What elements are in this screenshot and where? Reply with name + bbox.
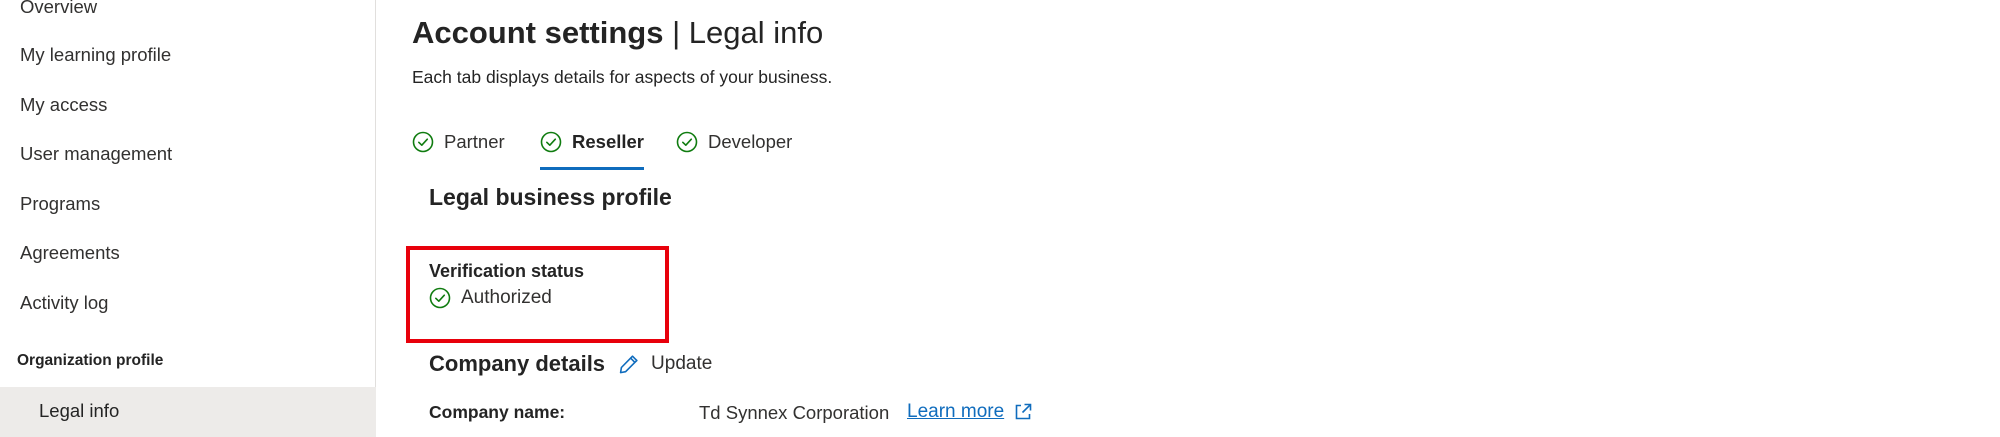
sidebar-item-my-access[interactable]: My access bbox=[20, 94, 107, 116]
sidebar-item-my-learning-profile[interactable]: My learning profile bbox=[20, 44, 171, 66]
page-subtitle: Each tab displays details for aspects of… bbox=[412, 67, 833, 87]
check-circle-icon bbox=[429, 287, 451, 309]
sidebar-item-user-management[interactable]: User management bbox=[20, 143, 172, 165]
learn-more-link[interactable]: Learn more bbox=[907, 401, 1034, 423]
tab-label: Developer bbox=[708, 131, 793, 152]
page-title-strong: Account settings bbox=[412, 15, 664, 50]
tab-partner[interactable]: Partner bbox=[412, 128, 505, 170]
page-title: Account settings | Legal info bbox=[412, 15, 823, 51]
check-circle-icon bbox=[676, 131, 698, 153]
company-name-label: Company name: bbox=[429, 402, 566, 422]
pencil-icon bbox=[619, 355, 638, 374]
update-button[interactable]: Update bbox=[617, 352, 712, 376]
check-circle-icon bbox=[540, 131, 562, 153]
sidebar-section-heading: Organization profile bbox=[17, 352, 164, 369]
page-title-separator: | bbox=[663, 15, 689, 50]
page-title-light: Legal info bbox=[688, 15, 824, 50]
sidebar-item-label: Legal info bbox=[39, 400, 120, 421]
verification-status: Authorized bbox=[429, 287, 552, 309]
sidebar-item-activity-log[interactable]: Activity log bbox=[20, 292, 108, 314]
check-circle-icon bbox=[412, 131, 434, 153]
tab-reseller[interactable]: Reseller bbox=[540, 128, 644, 170]
tab-label: Partner bbox=[444, 131, 505, 152]
external-link-icon bbox=[1015, 403, 1032, 420]
verification-status-label: Verification status bbox=[429, 261, 585, 281]
sidebar-item-agreements[interactable]: Agreements bbox=[20, 242, 120, 264]
tab-developer[interactable]: Developer bbox=[676, 128, 792, 170]
verification-status-value: Authorized bbox=[461, 287, 552, 308]
tab-label: Reseller bbox=[572, 131, 644, 152]
company-details-title: Company details bbox=[429, 351, 606, 376]
learn-more-label: Learn more bbox=[907, 401, 1005, 422]
company-details-header: Company details Update bbox=[429, 351, 712, 377]
update-button-label: Update bbox=[651, 353, 713, 374]
sidebar: Overview My learning profile My access U… bbox=[0, 0, 376, 437]
legal-business-profile-heading: Legal business profile bbox=[429, 184, 672, 210]
main-content: Account settings | Legal info Each tab d… bbox=[377, 0, 2000, 437]
sidebar-item-legal-info[interactable]: Legal info bbox=[0, 387, 376, 437]
sidebar-item-programs[interactable]: Programs bbox=[20, 193, 100, 215]
sidebar-item-overview[interactable]: Overview bbox=[20, 0, 97, 18]
company-name-value: Td Synnex Corporation bbox=[699, 402, 890, 423]
